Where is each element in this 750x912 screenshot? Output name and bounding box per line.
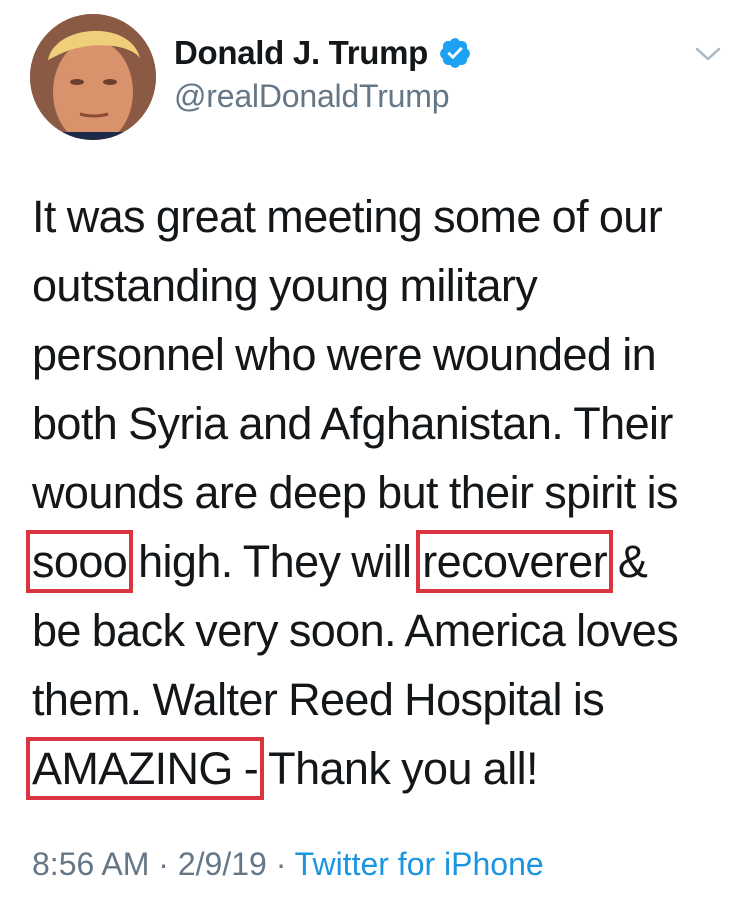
verified-badge-icon bbox=[438, 36, 472, 70]
tweet-text-segment: high. They will bbox=[127, 536, 423, 587]
tweet-source-link[interactable]: Twitter for iPhone bbox=[295, 846, 544, 882]
tweet-text: It was great meeting some of our outstan… bbox=[25, 182, 732, 803]
tweet-line: them. Walter Reed Hospital is bbox=[32, 674, 605, 725]
highlighted-word-recoverer: recoverer bbox=[416, 530, 613, 593]
display-name[interactable]: Donald J. Trump bbox=[174, 34, 428, 72]
avatar[interactable] bbox=[30, 14, 156, 140]
meta-separator: · bbox=[275, 846, 287, 882]
tweet-line: both Syria and Afghanistan. Their bbox=[32, 398, 673, 449]
tweet-card: Donald J. Trump @realDonaldTrump It was … bbox=[0, 0, 750, 912]
name-row: Donald J. Trump bbox=[174, 30, 472, 76]
highlighted-word-amazing: AMAZING - bbox=[25, 737, 265, 800]
tweet-date[interactable]: 2/9/19 bbox=[178, 846, 267, 882]
user-handle[interactable]: @realDonaldTrump bbox=[174, 78, 450, 115]
highlighted-word-sooo: sooo bbox=[25, 530, 134, 593]
tweet-line: AMAZING - Thank you all! bbox=[25, 734, 732, 803]
tweet-line: wounds are deep but their spirit is bbox=[32, 467, 678, 518]
tweet-line: personnel who were wounded in bbox=[32, 329, 657, 380]
tweet-text-segment: Thank you all! bbox=[258, 743, 538, 794]
chevron-down-icon[interactable] bbox=[694, 44, 722, 64]
tweet-meta: 8:56 AM · 2/9/19 · Twitter for iPhone bbox=[32, 846, 544, 883]
meta-separator: · bbox=[158, 846, 169, 882]
tweet-line: be back very soon. America loves bbox=[32, 605, 679, 656]
tweet-time[interactable]: 8:56 AM bbox=[32, 846, 149, 882]
tweet-line: outstanding young military bbox=[32, 260, 538, 311]
tweet-line: sooo high. They will recoverer & bbox=[25, 527, 732, 596]
tweet-line: It was great meeting some of our bbox=[32, 191, 663, 242]
tweet-text-segment: & bbox=[606, 536, 648, 587]
